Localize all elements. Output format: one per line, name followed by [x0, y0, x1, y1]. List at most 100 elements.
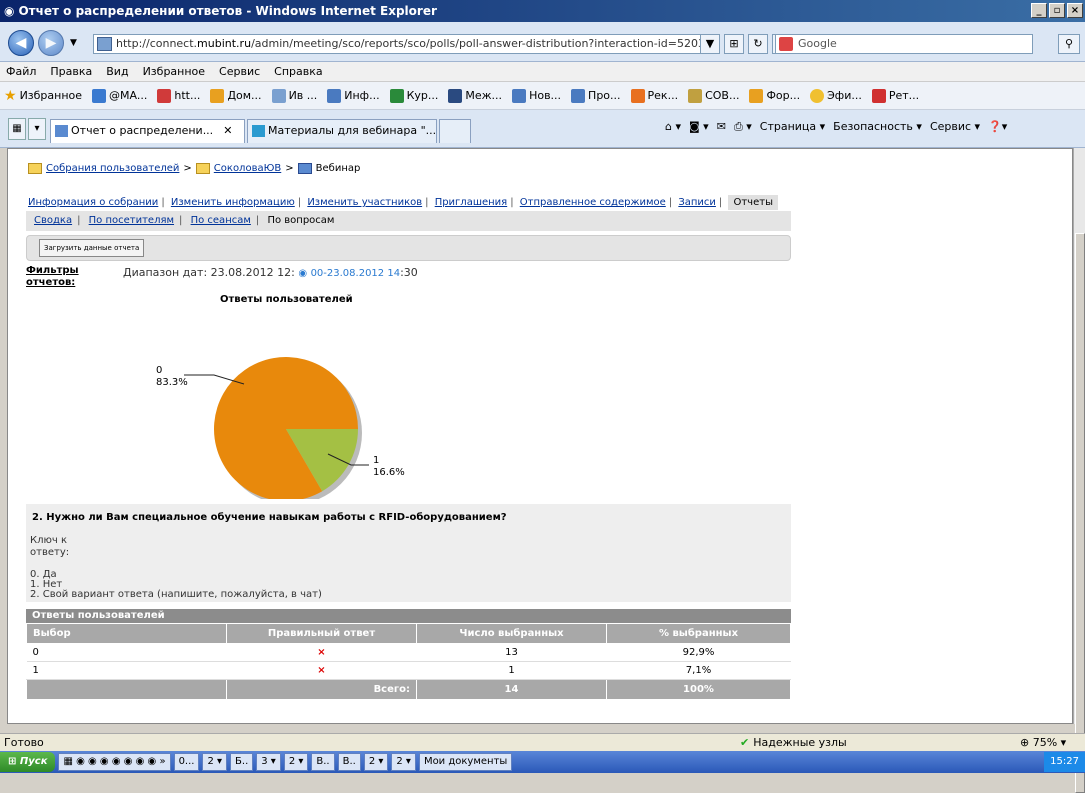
tab-list-icon[interactable]: ▾ — [28, 118, 46, 140]
fav-label: Кур... — [406, 89, 439, 102]
feeds-icon[interactable]: ◙ ▾ — [689, 120, 709, 134]
fav-item[interactable]: Эфи... — [810, 88, 862, 103]
help-icon[interactable]: ❓▾ — [988, 120, 1007, 134]
link-by-attendees[interactable]: По посетителям — [89, 215, 174, 226]
forward-button[interactable]: ▶ — [38, 30, 64, 56]
compatibility-icon[interactable]: ⊞ — [724, 34, 744, 54]
back-button[interactable]: ◀ — [8, 30, 34, 56]
link-meeting-info[interactable]: Информация о собрании — [28, 197, 158, 208]
taskbar: ⊞ Пуск ▦ ◉ ◉ ◉ ◉ ◉ ◉ ◉ » 0... 2 ▾ Б.. 3 … — [0, 751, 1085, 773]
cell-count: 13 — [416, 643, 607, 662]
address-bar[interactable]: http://connect.mubint.ru/admin/meeting/s… — [93, 34, 703, 54]
report-filters-link[interactable]: Фильтры отчетов: — [26, 265, 86, 289]
fav-item[interactable]: Инф... — [327, 88, 380, 103]
menu-tools[interactable]: Сервис — [219, 65, 260, 78]
my-documents-toolbar[interactable]: Мои документы — [418, 753, 513, 771]
download-report-button[interactable]: Загрузить данные отчета — [39, 239, 145, 257]
tab-report[interactable]: Отчет о распределени... ✕ — [50, 119, 245, 143]
range-suffix: :30 — [400, 266, 418, 279]
safety-menu[interactable]: Безопасность ▾ — [833, 120, 922, 134]
zoom-level[interactable]: ⊕ 75% ▾ — [1020, 734, 1066, 751]
menu-file[interactable]: Файл — [6, 65, 36, 78]
breadcrumb-folder[interactable]: СоколоваЮВ — [214, 163, 281, 174]
fav-item[interactable]: Рет... — [871, 88, 919, 103]
close-button[interactable]: × — [1067, 3, 1083, 18]
breadcrumb-current: Вебинар — [315, 163, 361, 174]
fav-item[interactable]: Кур... — [389, 88, 439, 103]
total-empty — [26, 679, 227, 700]
taskbar-item[interactable]: В.. — [311, 753, 335, 771]
report-subtabs: Сводка | По посетителям | По сеансам | По в… — [26, 211, 791, 231]
taskbar-item[interactable]: 2 ▾ — [202, 753, 228, 771]
link-summary[interactable]: Сводка — [34, 215, 72, 226]
taskbar-item[interactable]: Б.. — [230, 753, 254, 771]
fav-item[interactable]: @MA... — [92, 88, 147, 103]
tab-materials[interactable]: Материалы для вебинара "... — [247, 119, 437, 143]
taskbar-item[interactable]: 2 ▾ — [283, 753, 309, 771]
menu-bar: Файл Правка Вид Избранное Сервис Справка — [0, 62, 1085, 82]
window-title: Отчет о распределении ответов - Windows … — [18, 4, 437, 18]
home-icon[interactable]: ⌂ ▾ — [665, 120, 681, 134]
search-icon[interactable]: ⚲ — [1058, 34, 1080, 54]
breadcrumb-root[interactable]: Собрания пользователей — [46, 163, 179, 174]
table-row: 1 × 1 7,1% — [26, 661, 791, 680]
fav-item[interactable]: Фор... — [749, 88, 800, 103]
link-edit-info[interactable]: Изменить информацию — [171, 197, 295, 208]
fav-item[interactable]: htt... — [157, 88, 201, 103]
action-bar: Загрузить данные отчета — [26, 235, 791, 261]
meeting-icon — [297, 163, 312, 174]
address-dropdown-button[interactable]: ▼ — [700, 34, 720, 54]
taskbar-item[interactable]: 3 ▾ — [256, 753, 281, 771]
maximize-button[interactable]: ▫ — [1049, 3, 1065, 18]
fav-item[interactable]: Рек... — [630, 88, 678, 103]
meeting-tabs: Информация о собрании | Изменить информац… — [28, 195, 778, 210]
fav-item[interactable]: Дом... — [210, 88, 262, 103]
slice-category-label: 0 — [156, 365, 162, 376]
incorrect-icon: × — [226, 643, 417, 662]
fav-label: htt... — [174, 89, 201, 102]
fav-item[interactable]: Ив ... — [271, 88, 317, 103]
pie-chart: 083.3% 116.6% — [156, 357, 405, 499]
scrollbar-thumb[interactable] — [1075, 233, 1085, 793]
mail-icon[interactable]: ✉ — [717, 120, 726, 134]
fav-item[interactable]: Нов... — [512, 88, 561, 103]
tools-menu[interactable]: Сервис ▾ — [930, 120, 980, 134]
link-by-sessions[interactable]: По сеансам — [191, 215, 251, 226]
menu-view[interactable]: Вид — [106, 65, 128, 78]
favorites-button[interactable]: ★ Избранное — [4, 88, 82, 104]
refresh-icon[interactable]: ↻ — [748, 34, 768, 54]
taskbar-item[interactable]: 0... — [173, 753, 200, 771]
link-recordings[interactable]: Записи — [678, 197, 716, 208]
vertical-scrollbar[interactable] — [1073, 148, 1085, 793]
start-button[interactable]: ⊞ Пуск — [0, 752, 56, 772]
link-invitations[interactable]: Приглашения — [435, 197, 508, 208]
print-icon[interactable]: ⎙ ▾ — [734, 120, 752, 134]
history-dropdown-icon[interactable]: ▼ — [70, 38, 77, 48]
quick-launch-icons[interactable]: ▦ ◉ ◉ ◉ ◉ ◉ ◉ ◉ » — [58, 753, 171, 771]
fav-item[interactable]: СОВ... — [688, 88, 739, 103]
new-tab-button[interactable] — [439, 119, 471, 143]
menu-edit[interactable]: Правка — [50, 65, 92, 78]
fav-item[interactable]: Меж... — [448, 88, 502, 103]
link-uploaded-content[interactable]: Отправленное содержимое — [520, 197, 666, 208]
tab-label: Отчет о распределени... — [71, 124, 214, 137]
link-edit-participants[interactable]: Изменить участников — [307, 197, 422, 208]
taskbar-item[interactable]: 2 ▾ — [391, 753, 416, 771]
page-menu[interactable]: Страница ▾ — [760, 120, 825, 134]
taskbar-item[interactable]: В.. — [337, 753, 361, 771]
menu-favorites[interactable]: Избранное — [143, 65, 205, 78]
tab-reports[interactable]: Отчеты — [728, 195, 778, 210]
fav-item[interactable]: Про... — [571, 88, 621, 103]
minimize-button[interactable]: _ — [1031, 3, 1047, 18]
question-title: 2. Нужно ли Вам специальное обучение нав… — [32, 512, 507, 523]
close-tab-icon[interactable]: ✕ — [223, 124, 232, 137]
quick-tabs-icon[interactable]: ▦ — [8, 118, 26, 140]
search-input[interactable]: Google — [775, 34, 1033, 54]
page-icon — [97, 37, 112, 51]
fav-label: Инф... — [344, 89, 380, 102]
command-bar: ⌂ ▾ ◙ ▾ ✉ ⎙ ▾ Страница ▾ Безопасность ▾ … — [665, 120, 1007, 134]
taskbar-item[interactable]: 2 ▾ — [363, 753, 389, 771]
menu-help[interactable]: Справка — [274, 65, 322, 78]
answer-option: 0. Да — [30, 569, 57, 580]
results-title: Ответы пользователей — [26, 609, 791, 623]
